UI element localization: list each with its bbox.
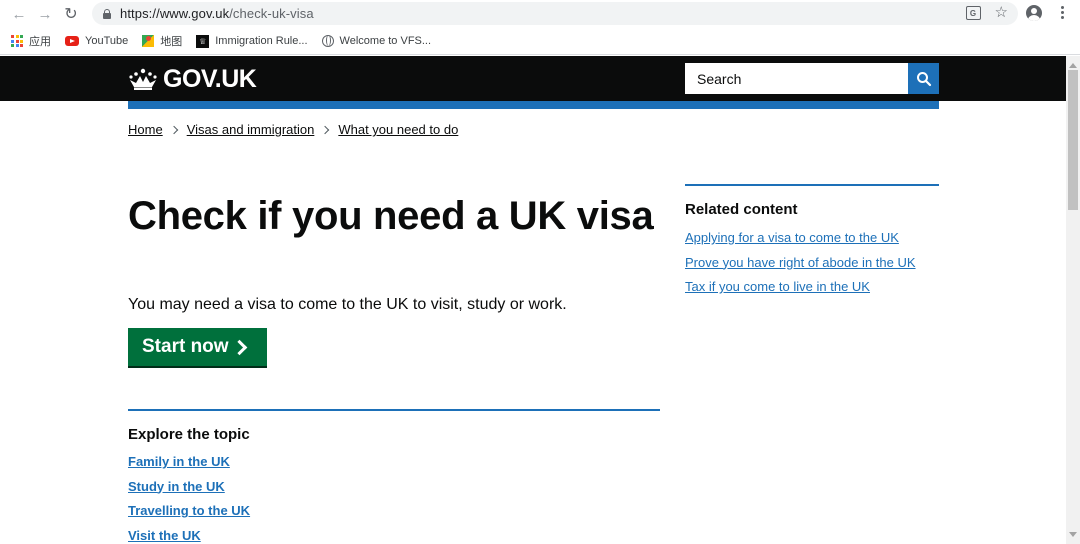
explore-link-visit[interactable]: Visit the UK — [128, 528, 201, 543]
related-link-right-of-abode[interactable]: Prove you have right of abode in the UK — [685, 255, 916, 270]
bookmark-immigration-rules[interactable]: ♕ Immigration Rule... — [196, 34, 308, 48]
lock-icon — [102, 8, 112, 19]
page-title: Check if you need a UK visa — [128, 194, 654, 238]
bookmark-star-icon[interactable]: ☆ — [995, 5, 1008, 21]
gov-favicon-icon: ♕ — [196, 34, 210, 48]
search-input[interactable] — [686, 64, 908, 93]
list-item: Study in the UK — [128, 479, 250, 504]
explore-link-family[interactable]: Family in the UK — [128, 454, 230, 469]
scroll-down-arrow-icon[interactable] — [1066, 532, 1080, 542]
crown-icon — [129, 68, 157, 90]
url-text: https://www.gov.uk/check-uk-visa — [120, 6, 314, 21]
web-page: GOV.UK Home Visas and immigration What y… — [0, 56, 1066, 544]
search-icon — [916, 71, 931, 86]
explore-topic-heading: Explore the topic — [128, 426, 250, 443]
explore-link-study[interactable]: Study in the UK — [128, 479, 225, 494]
related-link-tax[interactable]: Tax if you come to live in the UK — [685, 279, 870, 294]
breadcrumb-what-you-need-to-do[interactable]: What you need to do — [338, 122, 458, 137]
govuk-logo[interactable]: GOV.UK — [128, 64, 257, 93]
reload-button[interactable]: ↻ — [58, 1, 84, 27]
chevron-right-icon — [231, 339, 247, 355]
scroll-up-arrow-icon[interactable] — [1066, 58, 1080, 68]
page-lede: You may need a visa to come to the UK to… — [128, 296, 567, 313]
start-now-label: Start now — [142, 336, 229, 357]
list-item: Tax if you come to live in the UK — [685, 279, 916, 304]
bookmark-maps[interactable]: 地图 — [142, 33, 182, 49]
address-bar[interactable]: https://www.gov.uk/check-uk-visa G ☆ — [92, 2, 1018, 25]
logo-text: GOV.UK — [163, 64, 257, 93]
explore-link-travelling[interactable]: Travelling to the UK — [128, 503, 250, 518]
search-button[interactable] — [908, 63, 939, 94]
related-divider — [685, 184, 939, 186]
list-item: Applying for a visa to come to the UK — [685, 230, 916, 255]
chevron-right-icon — [321, 125, 330, 134]
list-item: Prove you have right of abode in the UK — [685, 255, 916, 280]
apps-grid-icon — [11, 35, 23, 47]
start-now-button[interactable]: Start now — [128, 328, 267, 366]
search-field[interactable] — [685, 63, 909, 94]
breadcrumb: Home Visas and immigration What you need… — [128, 122, 458, 137]
bookmark-vfs[interactable]: Welcome to VFS... — [321, 35, 431, 47]
govuk-header: GOV.UK — [0, 56, 1066, 101]
globe-icon — [321, 35, 334, 47]
maps-icon — [142, 35, 155, 47]
list-item: Family in the UK — [128, 454, 250, 479]
chevron-right-icon — [169, 125, 178, 134]
profile-icon[interactable] — [1026, 5, 1042, 21]
page-scrollbar[interactable] — [1066, 56, 1080, 544]
youtube-icon — [65, 36, 79, 46]
related-content-heading: Related content — [685, 201, 798, 218]
back-button[interactable]: ← — [6, 1, 32, 27]
related-content-list: Applying for a visa to come to the UK Pr… — [685, 230, 916, 304]
explore-divider — [128, 409, 660, 411]
list-item: Travelling to the UK — [128, 503, 250, 528]
related-link-applying-for-visa[interactable]: Applying for a visa to come to the UK — [685, 230, 899, 245]
bookmarks-bar: 应用 YouTube 地图 ♕ Immigration Rule... Welc… — [0, 28, 1080, 55]
scrollbar-thumb[interactable] — [1068, 70, 1078, 210]
list-item: Visit the UK — [128, 528, 250, 544]
header-blue-bar — [128, 101, 939, 109]
browser-menu-icon[interactable] — [1058, 6, 1066, 19]
bookmark-youtube[interactable]: YouTube — [65, 35, 128, 47]
bookmark-apps[interactable]: 应用 — [11, 33, 51, 49]
explore-topic-list: Family in the UK Study in the UK Travell… — [128, 454, 250, 544]
breadcrumb-home[interactable]: Home — [128, 122, 163, 137]
translate-icon[interactable]: G — [965, 6, 981, 20]
forward-button[interactable]: → — [32, 1, 58, 27]
breadcrumb-visas-and-immigration[interactable]: Visas and immigration — [187, 122, 315, 137]
